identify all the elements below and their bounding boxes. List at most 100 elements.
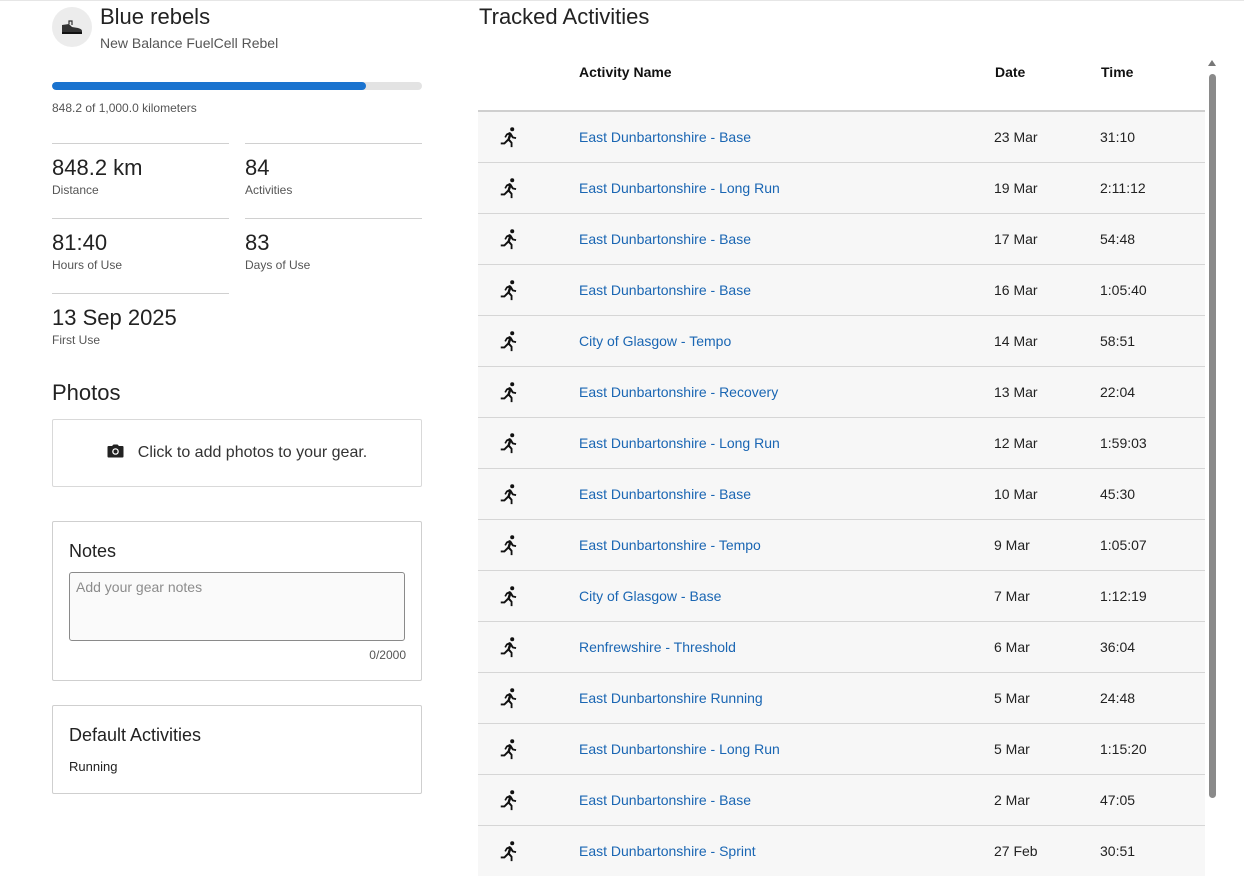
table-row[interactable]: City of Glasgow - Base 7 Mar 1:12:19 [478, 571, 1205, 622]
running-icon [498, 330, 520, 352]
add-photos-text: Click to add photos to your gear. [137, 444, 368, 461]
table-row[interactable]: East Dunbartonshire - Recovery 13 Mar 22:0… [478, 367, 1205, 418]
notes-input[interactable] [69, 572, 405, 641]
activity-name-link[interactable]: East Dunbartonshire - Long Run [579, 180, 780, 196]
running-icon [498, 585, 520, 607]
running-icon [498, 177, 520, 199]
activity-time: 1:05:40 [1100, 282, 1147, 298]
activity-time: 45:30 [1100, 486, 1136, 502]
shoe-icon [52, 7, 92, 47]
table-row[interactable]: East Dunbartonshire - Tempo 9 Mar 1:05:07 [478, 520, 1205, 571]
table-row[interactable]: City of Glasgow - Tempo 14 Mar 58:51 [478, 316, 1205, 367]
gear-name: Blue rebels [100, 4, 211, 29]
table-row[interactable]: East Dunbartonshire - Base 17 Mar 54:48 [478, 214, 1205, 265]
activity-date: 16 Mar [994, 282, 1038, 298]
scrollbar-thumb[interactable] [1209, 74, 1216, 798]
stat-label: First Use [52, 333, 100, 347]
stat-value: 848.2 km [52, 155, 143, 180]
activity-name-link[interactable]: East Dunbartonshire - Base [579, 486, 751, 502]
camera-icon [107, 444, 124, 463]
table-header: Activity Name Date Time [478, 40, 1205, 112]
column-header-activity-name[interactable]: Activity Name [579, 64, 672, 80]
activity-time: 47:05 [1100, 792, 1136, 808]
activity-time: 54:48 [1100, 231, 1136, 247]
table-row[interactable]: East Dunbartonshire - Base 2 Mar 47:05 [478, 775, 1205, 826]
table-scrollbar[interactable] [1208, 60, 1217, 860]
activity-name-link[interactable]: East Dunbartonshire - Base [579, 231, 751, 247]
table-row[interactable]: East Dunbartonshire - Long Run 19 Mar 2:11… [478, 163, 1205, 214]
stat-label: Hours of Use [52, 258, 123, 272]
stat-first-use: 13 Sep 2025 First Use [52, 293, 229, 347]
notes-char-counter: 0/2000 [369, 648, 406, 662]
scroll-up-arrow-icon[interactable] [1208, 60, 1216, 66]
activity-date: 27 Feb [994, 843, 1038, 859]
activity-name-link[interactable]: Renfrewshire - Threshold [579, 639, 736, 655]
activity-time: 1:15:20 [1100, 741, 1147, 757]
default-activities-panel: Default Activities Running [52, 705, 422, 794]
stat-hours-of-use: 81:40 Hours of Use [52, 218, 229, 272]
activity-date: 5 Mar [994, 690, 1030, 706]
running-icon [498, 687, 520, 709]
activity-time: 30:51 [1100, 843, 1136, 859]
activity-name-link[interactable]: East Dunbartonshire - Long Run [579, 435, 780, 451]
table-row[interactable]: East Dunbartonshire Running 5 Mar 24:48 [478, 673, 1205, 724]
activity-time: 58:51 [1100, 333, 1136, 349]
top-divider [0, 0, 1244, 1]
column-header-time[interactable]: Time [1101, 64, 1133, 80]
stat-label: Days of Use [245, 258, 311, 272]
activity-name-link[interactable]: East Dunbartonshire - Base [579, 792, 751, 808]
activity-date: 5 Mar [994, 741, 1030, 757]
stat-activities: 84 Activities [245, 143, 422, 197]
running-icon [498, 789, 520, 811]
table-row[interactable]: East Dunbartonshire - Base 16 Mar 1:05:40 [478, 265, 1205, 316]
activity-name-link[interactable]: East Dunbartonshire - Base [579, 129, 751, 145]
table-row[interactable]: East Dunbartonshire - Sprint 27 Feb 30:51 [478, 826, 1205, 876]
stat-value: 84 [245, 155, 270, 180]
running-icon [498, 228, 520, 250]
activity-date: 6 Mar [994, 639, 1030, 655]
activity-name-link[interactable]: East Dunbartonshire - Recovery [579, 384, 778, 400]
tracked-activities-heading: Tracked Activities [479, 4, 650, 29]
stat-days-of-use: 83 Days of Use [245, 218, 422, 272]
table-row[interactable]: East Dunbartonshire - Long Run 5 Mar 1:15:… [478, 724, 1205, 775]
activity-date: 19 Mar [994, 180, 1038, 196]
activity-name-link[interactable]: East Dunbartonshire - Long Run [579, 741, 780, 757]
activity-time: 31:10 [1100, 129, 1136, 145]
activity-date: 17 Mar [994, 231, 1038, 247]
stat-value: 83 [245, 230, 270, 255]
notes-title: Notes [69, 541, 117, 561]
activity-name-link[interactable]: East Dunbartonshire - Base [579, 282, 751, 298]
activity-name-link[interactable]: East Dunbartonshire Running [579, 690, 763, 706]
running-icon [498, 534, 520, 556]
activity-name-link[interactable]: City of Glasgow - Tempo [579, 333, 731, 349]
activity-name-link[interactable]: City of Glasgow - Base [579, 588, 721, 604]
activity-time: 2:11:12 [1100, 180, 1146, 196]
activity-name-link[interactable]: East Dunbartonshire - Sprint [579, 843, 756, 859]
activity-time: 36:04 [1100, 639, 1136, 655]
activities-table: Activity Name Date Time East Dunbartonsh… [478, 40, 1205, 876]
running-icon [498, 381, 520, 403]
activity-time: 1:12:19 [1100, 588, 1147, 604]
running-icon [498, 279, 520, 301]
table-row[interactable]: East Dunbartonshire - Long Run 12 Mar 1:59… [478, 418, 1205, 469]
stat-value: 13 Sep 2025 [52, 305, 177, 330]
table-row[interactable]: East Dunbartonshire - Base 10 Mar 45:30 [478, 469, 1205, 520]
activity-date: 13 Mar [994, 384, 1038, 400]
column-header-date[interactable]: Date [995, 64, 1025, 80]
stat-label: Activities [245, 183, 293, 197]
activity-name-link[interactable]: East Dunbartonshire - Tempo [579, 537, 761, 553]
activity-date: 23 Mar [994, 129, 1038, 145]
running-icon [498, 636, 520, 658]
activity-date: 10 Mar [994, 486, 1038, 502]
table-row[interactable]: Renfrewshire - Threshold 6 Mar 36:04 [478, 622, 1205, 673]
photos-heading: Photos [52, 380, 121, 405]
activity-time: 24:48 [1100, 690, 1136, 706]
activity-date: 14 Mar [994, 333, 1038, 349]
running-icon [498, 432, 520, 454]
stat-label: Distance [52, 183, 99, 197]
stat-distance: 848.2 km Distance [52, 143, 229, 197]
table-row[interactable]: East Dunbartonshire - Base 23 Mar 31:10 [478, 112, 1205, 163]
running-icon [498, 483, 520, 505]
add-photos-button[interactable]: Click to add photos to your gear. [52, 419, 422, 487]
distance-progress-label: 848.2 of 1,000.0 kilometers [52, 101, 197, 115]
